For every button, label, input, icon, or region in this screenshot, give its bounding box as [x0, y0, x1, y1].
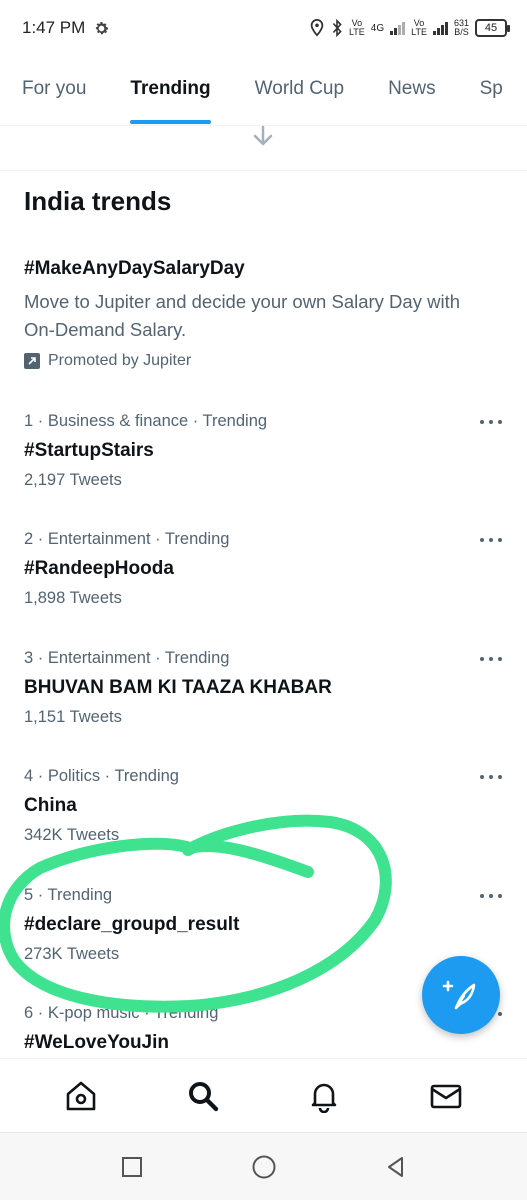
system-back-button[interactable] — [330, 1137, 462, 1197]
bottom-nav — [0, 1058, 527, 1132]
more-options-icon[interactable] — [478, 888, 504, 904]
trend-meta: 4 · Politics · Trending — [24, 767, 179, 785]
location-icon — [310, 19, 324, 37]
volte-text: LTE — [348, 27, 365, 37]
status-bar: 1:47 PM Vo LTE 4G Vo LTE 631 B/S 45 — [0, 0, 527, 56]
promoted-description: Move to Jupiter and decide your own Sala… — [24, 291, 460, 340]
trend-meta: 5 · Trending — [24, 886, 113, 904]
compose-feather-icon — [442, 980, 476, 1010]
trend-meta: 2 · Entertainment · Trending — [24, 530, 230, 548]
network-text: 4G — [370, 22, 385, 34]
compose-tweet-button[interactable] — [422, 956, 500, 1034]
trend-meta: 1 · Business & finance · Trending — [24, 412, 268, 430]
nav-notifications[interactable] — [294, 1066, 354, 1126]
tab-for-you[interactable]: For you — [22, 60, 87, 125]
divider — [0, 170, 527, 171]
tab-label: World Cup — [254, 78, 345, 99]
search-icon — [188, 1081, 218, 1111]
tab-label: Trending — [130, 78, 211, 99]
trend-count: 1,151 Tweets — [24, 708, 122, 726]
tab-label: News — [388, 78, 436, 99]
network-speed: 631 B/S — [454, 19, 469, 37]
trend-name[interactable]: #RandeepHooda — [24, 558, 504, 580]
more-options-icon[interactable] — [478, 414, 504, 430]
volte-badge-2: Vo LTE — [411, 19, 427, 37]
trend-item[interactable]: 3 · Entertainment · Trending BHUVAN BAM … — [24, 649, 504, 727]
battery-icon: 45 — [475, 19, 510, 37]
trend-name[interactable]: #WeLoveYouJin — [24, 1032, 504, 1054]
home-circle-icon — [252, 1155, 275, 1178]
promoted-trend[interactable]: #MakeAnyDaySalaryDay Move to Jupiter and… — [24, 258, 494, 370]
recents-icon — [121, 1156, 142, 1177]
volte-badge-1: Vo LTE — [349, 19, 365, 37]
active-tab-indicator — [130, 120, 211, 124]
status-left: 1:47 PM — [22, 18, 110, 38]
trend-count: 273K Tweets — [24, 945, 120, 963]
tab-label: Sp — [479, 78, 503, 99]
more-options-icon[interactable] — [478, 651, 504, 667]
tab-label: For you — [22, 78, 87, 99]
signal-icon — [432, 21, 448, 35]
more-options-icon[interactable] — [478, 769, 504, 785]
status-right: Vo LTE 4G Vo LTE 631 B/S 45 — [309, 19, 510, 37]
nav-search[interactable] — [173, 1066, 233, 1126]
tab-trending[interactable]: Trending — [130, 60, 211, 125]
gear-icon — [96, 21, 109, 34]
messages-icon — [430, 1084, 462, 1108]
promoted-icon — [24, 353, 40, 369]
system-recents-button[interactable] — [66, 1137, 198, 1197]
promoted-by: Promoted by Jupiter — [24, 352, 494, 370]
nav-messages[interactable] — [416, 1066, 476, 1126]
trend-name[interactable]: China — [24, 795, 504, 817]
section-title: India trends — [24, 186, 172, 216]
speed-unit: B/S — [454, 27, 469, 37]
tab-news[interactable]: News — [388, 60, 436, 125]
promoted-hashtag[interactable]: #MakeAnyDaySalaryDay — [24, 258, 494, 280]
back-icon — [387, 1156, 403, 1177]
trend-item[interactable]: 5 · Trending #declare_groupd_result 273K… — [24, 886, 504, 964]
arrow-down-icon[interactable] — [248, 124, 278, 150]
nav-home[interactable] — [51, 1066, 111, 1126]
system-nav-bar — [0, 1132, 527, 1200]
tab-world-cup[interactable]: World Cup — [254, 60, 345, 125]
tab-bar: For you Trending World Cup News Sp — [0, 60, 527, 126]
tab-sports[interactable]: Sp — [479, 60, 503, 125]
signal-icon — [390, 21, 406, 35]
promoted-by-label: Promoted by Jupiter — [48, 352, 192, 369]
trend-count: 1,898 Tweets — [24, 589, 122, 607]
volte-text: LTE — [411, 27, 427, 37]
trend-item[interactable]: 4 · Politics · Trending China 342K Tweet… — [24, 767, 504, 845]
trend-count: 2,197 Tweets — [24, 471, 122, 489]
trend-item[interactable]: 1 · Business & finance · Trending #Start… — [24, 412, 504, 490]
trend-count: 342K Tweets — [24, 826, 120, 844]
bluetooth-icon — [332, 19, 342, 37]
more-options-icon[interactable] — [478, 532, 504, 548]
trend-name[interactable]: #StartupStairs — [24, 440, 504, 462]
notifications-icon — [312, 1083, 337, 1113]
home-icon — [66, 1081, 96, 1110]
trend-item[interactable]: 2 · Entertainment · Trending #RandeepHoo… — [24, 530, 504, 608]
status-time: 1:47 PM — [22, 18, 86, 37]
trend-name[interactable]: BHUVAN BAM KI TAAZA KHABAR — [24, 677, 504, 699]
trend-name[interactable]: #declare_groupd_result — [24, 914, 504, 936]
trend-meta: 3 · Entertainment · Trending — [24, 649, 230, 667]
network-type: 4G — [370, 22, 385, 34]
system-home-button[interactable] — [198, 1137, 330, 1197]
battery-level: 45 — [484, 22, 498, 34]
